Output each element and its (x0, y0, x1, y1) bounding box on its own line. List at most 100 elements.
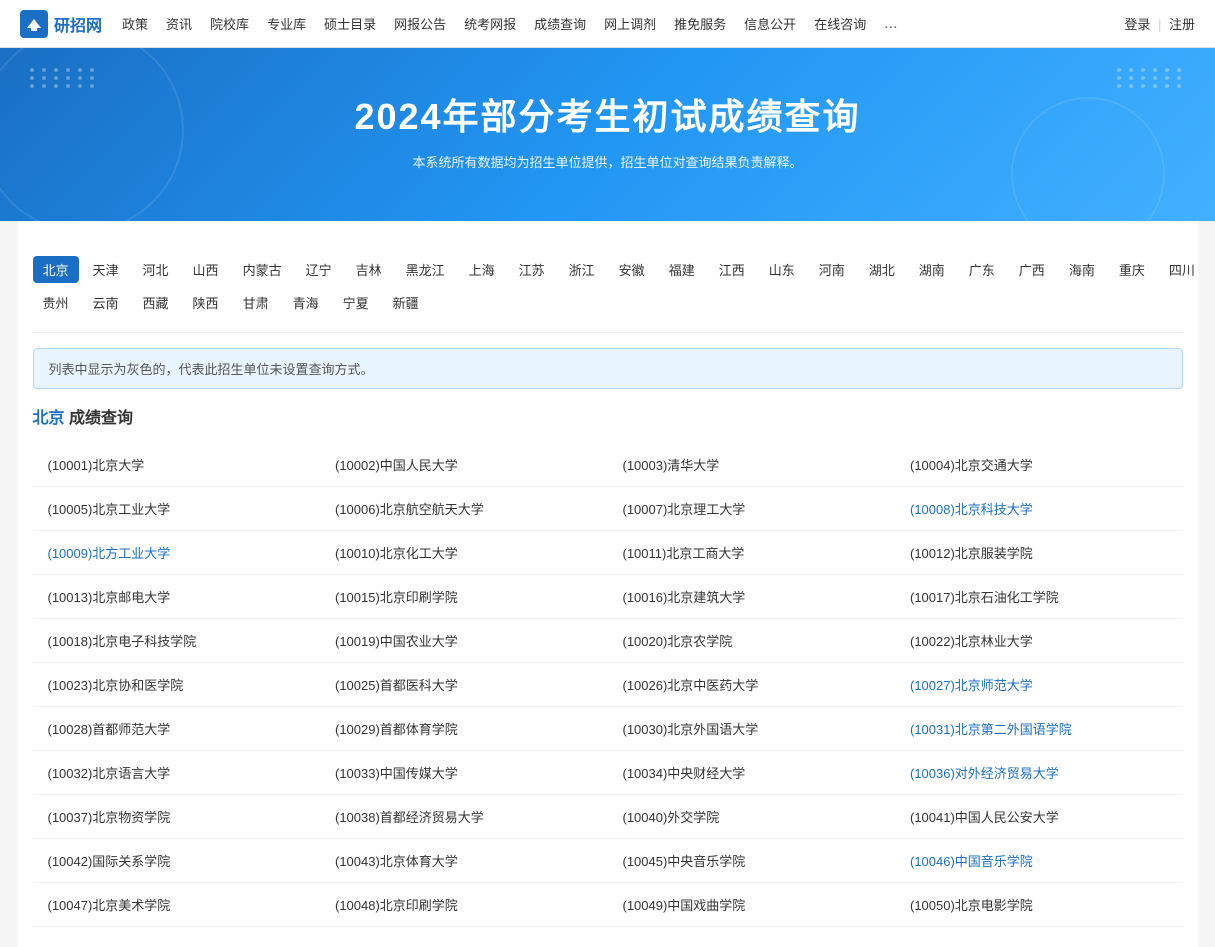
school-cell: (10050)北京电影学院 (895, 883, 1183, 927)
province-row-2: 贵州云南西藏陕西甘肃青海宁夏新疆 (33, 289, 1183, 316)
school-cell[interactable]: (10036)对外经济贸易大学 (895, 751, 1183, 795)
school-cell: (10030)北京外国语大学 (608, 707, 896, 751)
province-btn[interactable]: 西藏 (133, 289, 179, 316)
school-cell: (10025)首都医科大学 (320, 663, 608, 707)
school-cell[interactable]: (10027)北京师范大学 (895, 663, 1183, 707)
province-btn[interactable]: 四川 (1159, 256, 1205, 283)
section-city: 北京 (33, 410, 65, 427)
nav-info[interactable]: 信息公开 (744, 14, 796, 33)
province-btn[interactable]: 湖北 (859, 256, 905, 283)
school-cell: (10006)北京航空航天大学 (320, 487, 608, 531)
province-btn[interactable]: 山西 (183, 256, 229, 283)
province-btn[interactable]: 海南 (1059, 256, 1105, 283)
login-link[interactable]: 登录 (1124, 17, 1150, 32)
section-title: 北京 成绩查询 (33, 404, 1183, 428)
province-btn[interactable]: 山东 (759, 256, 805, 283)
school-cell: (10005)北京工业大学 (33, 487, 321, 531)
nav-majors[interactable]: 专业库 (267, 14, 306, 33)
main-content: 北京天津河北山西内蒙古辽宁吉林黑龙江上海江苏浙江安徽福建江西山东河南湖北湖南广东… (18, 221, 1198, 947)
province-btn[interactable]: 河北 (133, 256, 179, 283)
school-cell: (10040)外交学院 (608, 795, 896, 839)
province-btn[interactable]: 浙江 (559, 256, 605, 283)
hero-subtitle: 本系统所有数据均为招生单位提供，招生单位对查询结果负责解释。 (20, 152, 1195, 171)
school-cell: (10049)中国戏曲学院 (608, 883, 896, 927)
school-cell: (10015)北京印刷学院 (320, 575, 608, 619)
nav-scores[interactable]: 成绩查询 (534, 14, 586, 33)
province-btn[interactable]: 江西 (709, 256, 755, 283)
school-cell: (10026)北京中医药大学 (608, 663, 896, 707)
nav-more[interactable]: ... (884, 15, 897, 33)
nav-transfer[interactable]: 网上调剂 (604, 14, 656, 33)
school-cell: (10016)北京建筑大学 (608, 575, 896, 619)
nav-news[interactable]: 资讯 (166, 14, 192, 33)
province-btn[interactable]: 福建 (659, 256, 705, 283)
school-cell: (10013)北京邮电大学 (33, 575, 321, 619)
auth-divider: | (1158, 17, 1161, 32)
nav-bar: 研招网 政策 资讯 院校库 专业库 硕士目录 网报公告 统考网报 成绩查询 网上… (0, 0, 1215, 48)
school-cell: (10047)北京美术学院 (33, 883, 321, 927)
province-btn[interactable]: 甘肃 (233, 289, 279, 316)
nav-schools[interactable]: 院校库 (210, 14, 249, 33)
school-cell: (10010)北京化工大学 (320, 531, 608, 575)
province-btn[interactable]: 广西 (1009, 256, 1055, 283)
school-cell: (10041)中国人民公安大学 (895, 795, 1183, 839)
school-cell: (10007)北京理工大学 (608, 487, 896, 531)
logo-icon (20, 10, 48, 38)
nav-policy[interactable]: 政策 (122, 14, 148, 33)
province-btn[interactable]: 辽宁 (296, 256, 342, 283)
school-cell: (10034)中央财经大学 (608, 751, 896, 795)
province-btn[interactable]: 新疆 (383, 289, 429, 316)
nav-tuimian[interactable]: 推免服务 (674, 14, 726, 33)
province-row-1: 北京天津河北山西内蒙古辽宁吉林黑龙江上海江苏浙江安徽福建江西山东河南湖北湖南广东… (33, 256, 1183, 283)
info-text: 列表中显示为灰色的，代表此招生单位未设置查询方式。 (49, 362, 374, 377)
province-btn[interactable]: 上海 (459, 256, 505, 283)
province-btn[interactable]: 陕西 (183, 289, 229, 316)
school-cell: (10028)首都师范大学 (33, 707, 321, 751)
province-btn[interactable]: 湖南 (909, 256, 955, 283)
hero-title: 2024年部分考生初试成绩查询 (20, 88, 1195, 140)
school-cell: (10018)北京电子科技学院 (33, 619, 321, 663)
province-btn[interactable]: 青海 (283, 289, 329, 316)
school-cell: (10038)首都经济贸易大学 (320, 795, 608, 839)
province-btn[interactable]: 江苏 (509, 256, 555, 283)
school-cell: (10011)北京工商大学 (608, 531, 896, 575)
province-btn[interactable]: 北京 (33, 256, 79, 283)
province-btn[interactable]: 吉林 (346, 256, 392, 283)
school-cell: (10017)北京石油化工学院 (895, 575, 1183, 619)
province-tabs: 北京天津河北山西内蒙古辽宁吉林黑龙江上海江苏浙江安徽福建江西山东河南湖北湖南广东… (33, 241, 1183, 333)
school-cell[interactable]: (10046)中国音乐学院 (895, 839, 1183, 883)
province-btn[interactable]: 宁夏 (333, 289, 379, 316)
school-cell: (10001)北京大学 (33, 443, 321, 487)
nav-consult[interactable]: 在线咨询 (814, 14, 866, 33)
school-cell[interactable]: (10031)北京第二外国语学院 (895, 707, 1183, 751)
school-cell: (10029)首都体育学院 (320, 707, 608, 751)
school-cell: (10019)中国农业大学 (320, 619, 608, 663)
province-btn[interactable]: 安徽 (609, 256, 655, 283)
schools-grid: (10001)北京大学(10002)中国人民大学(10003)清华大学(1000… (33, 443, 1183, 927)
nav-links: 政策 资讯 院校库 专业库 硕士目录 网报公告 统考网报 成绩查询 网上调剂 推… (122, 14, 1124, 33)
school-cell: (10048)北京印刷学院 (320, 883, 608, 927)
province-btn[interactable]: 云南 (83, 289, 129, 316)
school-cell: (10023)北京协和医学院 (33, 663, 321, 707)
nav-report[interactable]: 网报公告 (394, 14, 446, 33)
register-link[interactable]: 注册 (1169, 17, 1195, 32)
school-cell[interactable]: (10008)北京科技大学 (895, 487, 1183, 531)
province-btn[interactable]: 重庆 (1109, 256, 1155, 283)
province-btn[interactable]: 天津 (83, 256, 129, 283)
school-cell[interactable]: (10009)北方工业大学 (33, 531, 321, 575)
school-cell: (10002)中国人民大学 (320, 443, 608, 487)
province-btn[interactable]: 河南 (809, 256, 855, 283)
section-label: 成绩查询 (69, 410, 133, 427)
school-cell: (10043)北京体育大学 (320, 839, 608, 883)
nav-tongkao[interactable]: 统考网报 (464, 14, 516, 33)
school-cell: (10045)中央音乐学院 (608, 839, 896, 883)
logo[interactable]: 研招网 (20, 10, 102, 38)
province-btn[interactable]: 内蒙古 (233, 256, 292, 283)
school-cell: (10033)中国传媒大学 (320, 751, 608, 795)
province-btn[interactable]: 贵州 (33, 289, 79, 316)
province-btn[interactable]: 广东 (959, 256, 1005, 283)
province-btn[interactable]: 黑龙江 (396, 256, 455, 283)
nav-auth: 登录 | 注册 (1124, 14, 1195, 33)
info-box: 列表中显示为灰色的，代表此招生单位未设置查询方式。 (33, 348, 1183, 389)
nav-catalog[interactable]: 硕士目录 (324, 14, 376, 33)
